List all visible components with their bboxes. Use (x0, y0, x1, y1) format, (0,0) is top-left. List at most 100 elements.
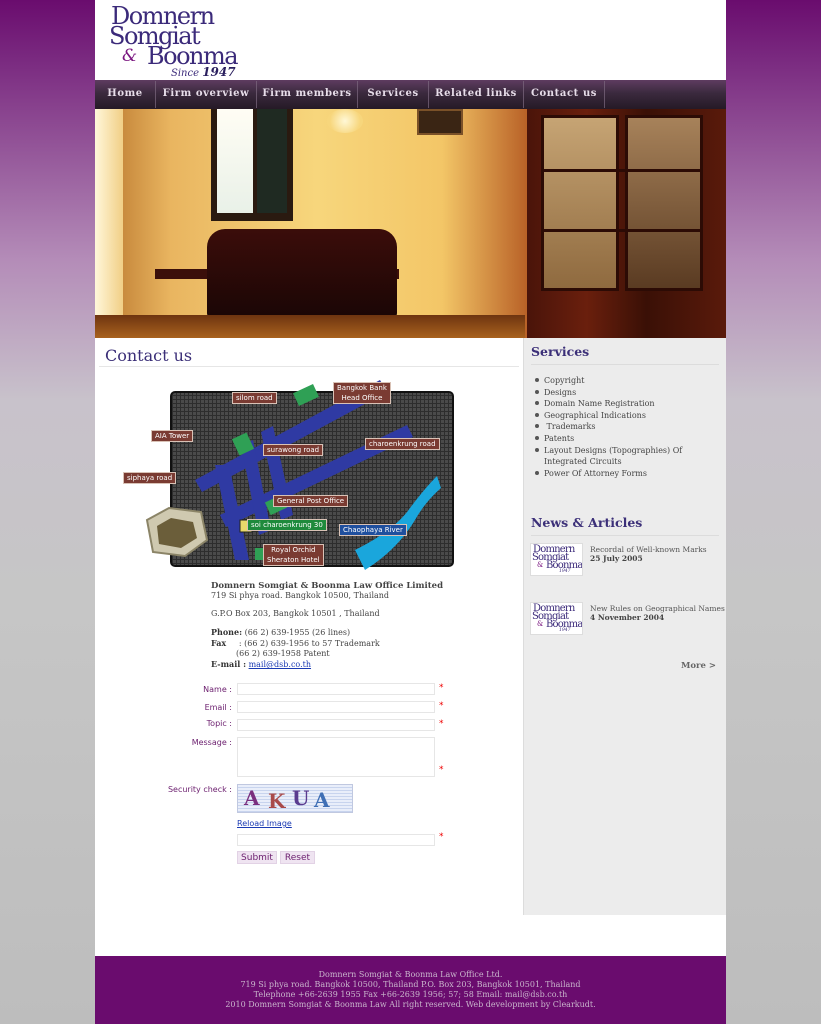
news-heading: News & Articles (531, 515, 643, 530)
po-box: G.P.O Box 203, Bangkok 10501 , Thailand (211, 609, 380, 618)
captcha-char: A (244, 786, 260, 810)
security-code-input[interactable] (237, 834, 435, 846)
nav-item-services[interactable]: Services (358, 80, 428, 109)
services-heading: Services (531, 344, 590, 359)
page-wrapper: Domnern Somgiat & Boonma Since 1947 Home… (95, 0, 726, 1024)
fax-line: Fax : (66 2) 639-1956 to 57 Trademark (211, 638, 380, 648)
footer-address: 719 Si phya road. Bangkok 10500, Thailan… (240, 980, 581, 989)
footer: Domnern Somgiat & Boonma Law Office Ltd.… (95, 956, 726, 1024)
reload-image-link[interactable]: Reload Image (237, 819, 292, 828)
map-label-bangkok-bank: Bangkok Bank Head Office (333, 382, 391, 404)
map-label-chaophaya-river: Chaophaya River (339, 524, 407, 536)
map-label-silom-road: silom road (232, 392, 277, 404)
street-address: 719 Si phya road. Bangkok 10500, Thailan… (211, 591, 390, 600)
nav-item-firm-overview[interactable]: Firm overview (156, 80, 256, 109)
news-title[interactable]: New Rules on Geographical Names (590, 604, 725, 613)
captcha-char: K (268, 789, 286, 813)
required-marker: * (439, 765, 444, 775)
topic-input[interactable] (237, 719, 435, 731)
fax-line-2: (66 2) 639-1958 Patent (236, 649, 330, 658)
email-input[interactable] (237, 701, 435, 713)
office-banner-image (95, 109, 726, 338)
news-item[interactable]: Domnern Somgiat & Boonma 1947 Recordal of We… (530, 543, 720, 577)
map-label-surawong-road: surawong road (263, 444, 324, 456)
name-label: Name : (203, 685, 232, 694)
nav-item-home[interactable]: Home (95, 80, 155, 109)
map-label-soi-charoenkrung: soi charoenkrung 30 (247, 519, 327, 531)
banner-cabinet-shelf (541, 169, 703, 172)
map-label-aia-tower: AIA Tower (151, 430, 194, 442)
news-divider (531, 535, 719, 536)
banner-window-pane-dark (257, 109, 287, 213)
banner-cabinet-glass-right (625, 115, 703, 291)
service-item-power-of-attorney-forms[interactable]: Power Of Attorney Forms (533, 468, 719, 480)
footer-copyright: 2010 Domnern Somgiat & Boonma Law All ri… (225, 1000, 596, 1009)
required-marker: * (439, 683, 444, 693)
news-thumbnail-logo: Domnern Somgiat & Boonma 1947 (530, 543, 583, 576)
logo-since: Since 1947 (171, 65, 236, 79)
banner-window-pane (217, 109, 253, 213)
banner-cabinet-glass-left (541, 115, 619, 291)
required-marker: * (439, 832, 444, 842)
footer-contact: Telephone +66-2639 1955 Fax +66-2639 195… (253, 990, 568, 999)
logo-ampersand: & (122, 46, 138, 66)
map-label-charoenkrung-road: charoenkrung road (365, 438, 440, 450)
banner-wall-frame (417, 109, 463, 135)
required-marker: * (439, 719, 444, 729)
news-item[interactable]: Domnern Somgiat & Boonma 1947 New Rules on G… (530, 602, 725, 636)
captcha-char: A (314, 788, 330, 812)
more-news-link[interactable]: More > (681, 661, 716, 671)
main-content: Contact us silom road Bangkok Bank Head … (95, 338, 523, 915)
service-item-designs[interactable]: Designs (533, 387, 719, 399)
topic-label: Topic : (206, 719, 232, 728)
main-nav: Home Firm overview Firm members Services… (95, 80, 726, 109)
service-item-domain-name-registration[interactable]: Domain Name Registration (533, 398, 719, 410)
banner-doorway (95, 109, 123, 338)
map-label-siphaya-road: siphaya road (123, 472, 177, 484)
nav-item-related-links[interactable]: Related links (429, 80, 523, 109)
email-line: E-mail : mail@dsb.co.th (211, 659, 312, 669)
banner-cabinet-shelf (541, 229, 703, 232)
submit-button[interactable]: Submit (237, 851, 277, 864)
news-date: 4 November 2004 (590, 613, 665, 622)
header: Domnern Somgiat & Boonma Since 1947 (95, 0, 726, 80)
service-item-patents[interactable]: Patents (533, 433, 719, 445)
email-link[interactable]: mail@dsb.co.th (249, 660, 311, 669)
service-item-trademarks[interactable]: Trademarks (533, 421, 719, 433)
reset-button[interactable]: Reset (280, 851, 315, 864)
required-marker: * (439, 701, 444, 711)
services-list: Copyright Designs Domain Name Registrati… (533, 375, 719, 479)
service-item-copyright[interactable]: Copyright (533, 375, 719, 387)
phone-line: Phone: (66 2) 639-1955 (26 lines) (211, 627, 351, 637)
name-input[interactable] (237, 683, 435, 695)
map-label-general-post-office: General Post Office (273, 495, 349, 507)
sidebar: Services Copyright Designs Domain Name R… (523, 338, 726, 915)
service-item-layout-designs[interactable]: Layout Designs (Topographies) Of Integra… (533, 445, 719, 468)
title-divider (99, 366, 519, 367)
banner-leather-sofa (207, 229, 397, 319)
banner-floor (95, 315, 525, 338)
map-label-royal-orchid: Royal Orchid Sheraton Hotel (263, 544, 324, 566)
page-title: Contact us (105, 346, 193, 365)
nav-separator (604, 81, 605, 108)
firm-logo[interactable]: Domnern Somgiat & Boonma Since 1947 (107, 2, 239, 79)
nav-item-firm-members[interactable]: Firm members (257, 80, 357, 109)
email-label: Email : (204, 703, 232, 712)
footer-firm-name: Domnern Somgiat & Boonma Law Office Ltd. (318, 970, 503, 979)
security-check-label: Security check : (167, 785, 232, 794)
content-bottom-spacer (95, 915, 726, 956)
captcha-image: A K U A (237, 784, 353, 813)
firm-name: Domnern Somgiat & Boonma Law Office Limi… (211, 581, 444, 591)
captcha-char: U (292, 786, 310, 810)
service-item-geographical-indications[interactable]: Geographical Indications (533, 410, 719, 422)
nav-item-contact-us[interactable]: Contact us (524, 80, 604, 109)
location-map[interactable]: silom road Bangkok Bank Head Office AIA T… (123, 380, 465, 580)
news-thumbnail-logo: Domnern Somgiat & Boonma 1947 (530, 602, 583, 635)
services-divider (531, 364, 719, 365)
banner-lamp (327, 109, 363, 133)
news-title[interactable]: Recordal of Well-known Marks (590, 545, 707, 554)
message-textarea[interactable] (237, 737, 435, 777)
news-date: 25 July 2005 (590, 554, 643, 563)
address-block: Domnern Somgiat & Boonma Law Office Limi… (211, 581, 443, 670)
message-label: Message : (191, 738, 232, 747)
